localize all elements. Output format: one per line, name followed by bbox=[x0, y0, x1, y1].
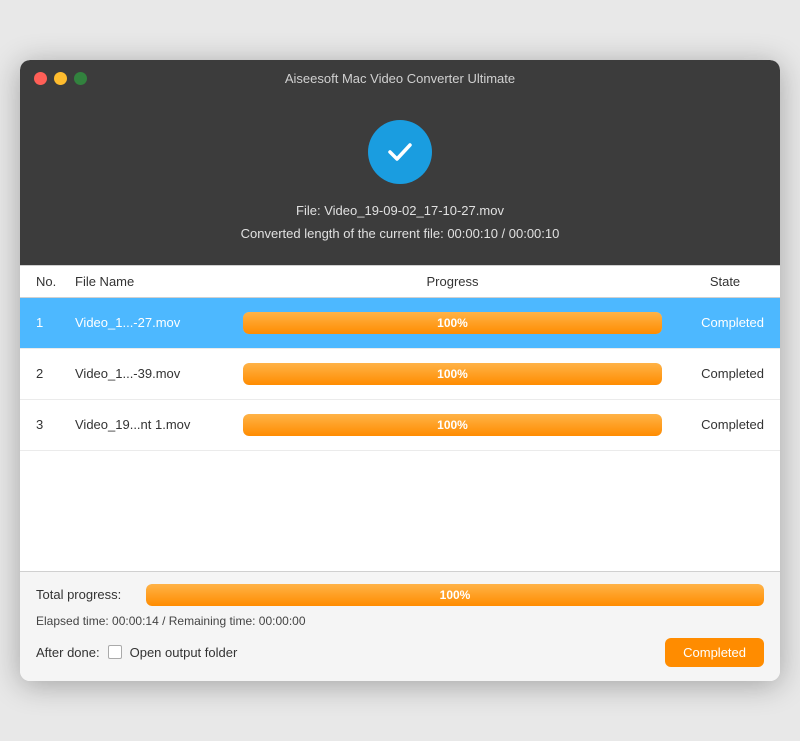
total-progress-display: 100% bbox=[440, 588, 471, 602]
col-state: State bbox=[670, 274, 780, 289]
close-button[interactable] bbox=[34, 72, 47, 85]
table-row[interactable]: 1 Video_1...-27.mov 100% Completed bbox=[20, 298, 780, 349]
progress-label: 100% bbox=[437, 316, 468, 330]
row-state: Completed bbox=[670, 417, 780, 432]
total-progress-label: Total progress: bbox=[36, 587, 136, 602]
row-no: 3 bbox=[20, 417, 75, 432]
window-title: Aiseesoft Mac Video Converter Ultimate bbox=[285, 71, 515, 86]
open-output-checkbox[interactable] bbox=[108, 645, 122, 659]
progress-fill: 100% bbox=[243, 414, 662, 436]
after-done-left: After done: Open output folder bbox=[36, 645, 237, 660]
completion-icon bbox=[368, 120, 432, 184]
total-progress-row: Total progress: 100% bbox=[36, 584, 764, 606]
footer-section: Total progress: 100% Elapsed time: 00:00… bbox=[20, 571, 780, 681]
elapsed-row: Elapsed time: 00:00:14 / Remaining time:… bbox=[36, 614, 764, 628]
traffic-lights bbox=[34, 72, 87, 85]
after-done-row: After done: Open output folder Completed bbox=[36, 638, 764, 667]
total-progress-fill: 100% bbox=[146, 584, 764, 606]
row-progress: 100% bbox=[235, 414, 670, 436]
empty-space bbox=[20, 451, 780, 571]
progress-fill: 100% bbox=[243, 312, 662, 334]
col-no: No. bbox=[20, 274, 75, 289]
table-row[interactable]: 2 Video_1...-39.mov 100% Completed bbox=[20, 349, 780, 400]
row-filename: Video_1...-39.mov bbox=[75, 366, 235, 381]
total-progress-track: 100% bbox=[146, 584, 764, 606]
col-filename: File Name bbox=[75, 274, 235, 289]
table-header: No. File Name Progress State bbox=[20, 265, 780, 298]
row-filename: Video_19...nt 1.mov bbox=[75, 417, 235, 432]
table-section: No. File Name Progress State 1 Video_1..… bbox=[20, 265, 780, 571]
minimize-button[interactable] bbox=[54, 72, 67, 85]
progress-label: 100% bbox=[437, 367, 468, 381]
titlebar: Aiseesoft Mac Video Converter Ultimate bbox=[20, 60, 780, 96]
progress-track: 100% bbox=[243, 414, 662, 436]
converted-length: Converted length of the current file: 00… bbox=[241, 223, 560, 245]
row-progress: 100% bbox=[235, 312, 670, 334]
row-progress: 100% bbox=[235, 363, 670, 385]
progress-label: 100% bbox=[437, 418, 468, 432]
hero-section: File: Video_19-09-02_17-10-27.mov Conver… bbox=[20, 96, 780, 264]
row-state: Completed bbox=[670, 315, 780, 330]
progress-track: 100% bbox=[243, 312, 662, 334]
maximize-button[interactable] bbox=[74, 72, 87, 85]
row-state: Completed bbox=[670, 366, 780, 381]
table-row[interactable]: 3 Video_19...nt 1.mov 100% Completed bbox=[20, 400, 780, 451]
after-done-label: After done: bbox=[36, 645, 100, 660]
progress-track: 100% bbox=[243, 363, 662, 385]
col-progress: Progress bbox=[235, 274, 670, 289]
row-no: 2 bbox=[20, 366, 75, 381]
progress-fill: 100% bbox=[243, 363, 662, 385]
row-filename: Video_1...-27.mov bbox=[75, 315, 235, 330]
completed-button[interactable]: Completed bbox=[665, 638, 764, 667]
file-info: File: Video_19-09-02_17-10-27.mov Conver… bbox=[241, 200, 560, 244]
file-label: File: Video_19-09-02_17-10-27.mov bbox=[241, 200, 560, 222]
row-no: 1 bbox=[20, 315, 75, 330]
open-output-label: Open output folder bbox=[130, 645, 238, 660]
app-window: Aiseesoft Mac Video Converter Ultimate F… bbox=[20, 60, 780, 680]
checkmark-icon bbox=[382, 134, 418, 170]
